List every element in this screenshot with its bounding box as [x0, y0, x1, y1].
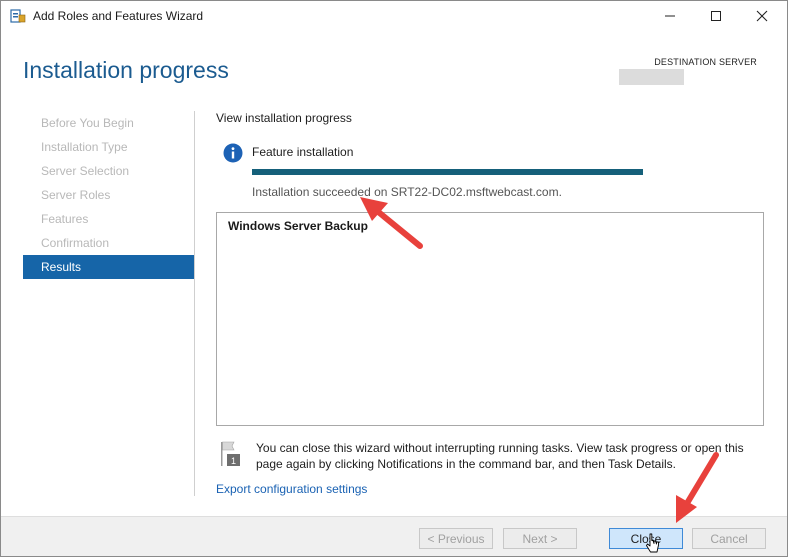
flag-number: 1	[231, 456, 236, 466]
close-icon	[756, 10, 768, 22]
close-window-button[interactable]	[739, 1, 785, 31]
nav-item-features: Features	[41, 212, 89, 226]
destination-server-name-redacted	[619, 69, 684, 85]
result-item: Windows Server Backup	[228, 219, 368, 233]
nav-item-results[interactable]: Results	[23, 255, 194, 279]
feature-installation-label: Feature installation	[252, 145, 354, 159]
nav-item-before-you-begin: Before You Begin	[41, 116, 134, 130]
server-manager-icon	[10, 9, 26, 23]
maximize-button[interactable]	[693, 1, 739, 31]
installation-progress-bar	[252, 169, 643, 175]
minimize-icon	[665, 15, 675, 17]
view-progress-label: View installation progress	[216, 111, 352, 125]
destination-server-label: DESTINATION SERVER	[654, 57, 757, 67]
wizard-nav: Before You Begin Installation Type Serve…	[23, 111, 194, 279]
results-list[interactable]: Windows Server Backup	[216, 212, 764, 426]
nav-item-installation-type: Installation Type	[41, 140, 128, 154]
nav-item-confirmation: Confirmation	[41, 236, 110, 250]
next-button[interactable]: Next >	[503, 528, 577, 549]
title-bar[interactable]: Add Roles and Features Wizard	[1, 1, 787, 31]
previous-button[interactable]: < Previous	[419, 528, 493, 549]
progress-fill	[252, 169, 643, 175]
mouse-cursor-icon	[646, 533, 659, 553]
wizard-footer: < Previous Next > Close Cancel	[1, 516, 787, 556]
cancel-button[interactable]: Cancel	[692, 528, 766, 549]
close-wizard-note: You can close this wizard without interr…	[256, 441, 744, 471]
wizard-window: Add Roles and Features Wizard Installati…	[0, 0, 788, 557]
nav-divider	[194, 111, 195, 496]
minimize-button[interactable]	[647, 1, 693, 31]
info-icon	[223, 143, 243, 163]
flag-notification-icon: 1	[221, 441, 240, 466]
export-configuration-link[interactable]: Export configuration settings	[216, 482, 367, 496]
nav-item-server-roles: Server Roles	[41, 188, 111, 202]
installation-status: Installation succeeded on SRT22-DC02.msf…	[252, 185, 562, 199]
window-title: Add Roles and Features Wizard	[33, 9, 204, 23]
maximize-icon	[711, 11, 721, 21]
page-title: Installation progress	[23, 57, 229, 83]
nav-item-server-selection: Server Selection	[41, 164, 130, 178]
